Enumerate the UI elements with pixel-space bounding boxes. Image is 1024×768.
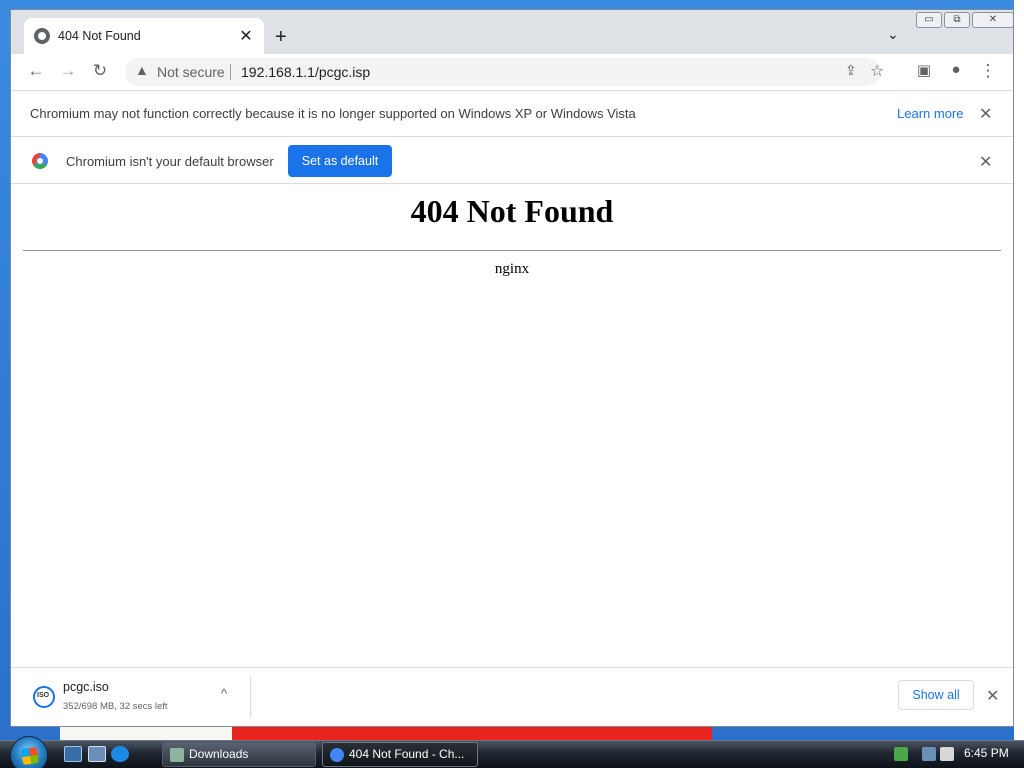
tab-strip: 404 Not Found ✕ + ⌄ ▭ ⧉ ✕ [11, 10, 1013, 54]
minimize-button[interactable]: ▭ [916, 12, 942, 28]
window-controls: ▭ ⧉ ✕ [916, 12, 1013, 28]
security-indicator[interactable]: Not secure [157, 64, 225, 80]
volume-muted-icon[interactable] [940, 747, 954, 761]
default-browser-infobar: Chromium isn't your default browser Set … [11, 136, 1013, 184]
warning-icon[interactable]: ▲ [135, 62, 149, 78]
download-shelf: pcgc.iso 352/698 MB, 32 secs left ^ Show… [11, 667, 1013, 726]
switch-windows-icon[interactable] [88, 746, 106, 762]
restore-button[interactable]: ⧉ [944, 12, 970, 28]
taskbar-item-label: 404 Not Found - Ch... [349, 747, 465, 761]
system-tray: 6:45 PM [886, 741, 1024, 768]
network-icon[interactable] [922, 747, 936, 761]
taskbar: Downloads 404 Not Found - Ch... 6:45 PM [0, 736, 1024, 768]
taskbar-item-browser[interactable]: 404 Not Found - Ch... [322, 742, 478, 767]
internet-explorer-icon[interactable] [111, 746, 129, 762]
start-button[interactable] [10, 736, 48, 768]
desktop-fragment [1014, 0, 1024, 740]
omnibox-divider [230, 64, 231, 80]
address-bar[interactable]: ▲ Not secure 192.168.1.1/pcgc.isp ⇪ ☆ [125, 58, 884, 86]
forward-icon[interactable]: → [57, 61, 79, 81]
tab-title: 404 Not Found [58, 29, 141, 43]
clock[interactable]: 6:45 PM [964, 746, 1009, 760]
globe-icon [34, 28, 50, 44]
unsupported-os-infobar: Chromium may not function correctly beca… [11, 90, 1013, 136]
browser-toolbar: ← → ↻ ▲ Not secure 192.168.1.1/pcgc.isp … [11, 54, 1013, 90]
new-tab-button[interactable]: + [275, 26, 287, 49]
taskbar-item-label: Downloads [189, 747, 249, 761]
bookmark-star-icon[interactable]: ☆ [870, 61, 884, 81]
infobar-message: Chromium may not function correctly beca… [30, 106, 636, 121]
show-all-button[interactable]: Show all [898, 680, 974, 710]
menu-icon[interactable]: ⋮ [977, 61, 999, 81]
network-status-icon[interactable] [894, 747, 908, 761]
iso-file-icon [33, 686, 55, 708]
url-text[interactable]: 192.168.1.1/pcgc.isp [241, 64, 370, 80]
taskbar-item-downloads[interactable]: Downloads [162, 742, 316, 767]
back-icon[interactable]: ← [25, 61, 47, 81]
download-divider [250, 676, 251, 718]
side-panel-icon[interactable]: ▣ [913, 61, 935, 79]
infobar-message: Chromium isn't your default browser [66, 154, 274, 169]
close-icon[interactable]: ✕ [979, 104, 992, 124]
set-as-default-button[interactable]: Set as default [288, 145, 392, 177]
page-content: 404 Not Found nginx [11, 185, 1013, 667]
share-icon[interactable]: ⇪ [845, 62, 857, 79]
learn-more-link[interactable]: Learn more [897, 106, 963, 121]
show-desktop-icon[interactable] [64, 746, 82, 762]
tab-search-button[interactable]: ⌄ [887, 26, 899, 43]
close-icon[interactable]: ✕ [979, 152, 992, 172]
download-status: 352/698 MB, 32 secs left [63, 701, 168, 712]
divider [23, 250, 1001, 251]
page-title: 404 Not Found [410, 193, 614, 229]
download-filename[interactable]: pcgc.iso [63, 680, 109, 694]
tab-active[interactable]: 404 Not Found ✕ [24, 18, 264, 54]
chevron-up-icon[interactable]: ^ [221, 686, 227, 701]
browser-window: 404 Not Found ✕ + ⌄ ▭ ⧉ ✕ ← → ↻ ▲ Not se… [10, 9, 1014, 727]
tab-close-button[interactable]: ✕ [238, 26, 254, 46]
chromium-icon [330, 748, 344, 762]
folder-icon [170, 748, 184, 762]
windows-logo-icon [20, 746, 40, 766]
close-window-button[interactable]: ✕ [972, 12, 1013, 28]
reload-icon[interactable]: ↻ [89, 61, 111, 81]
profile-icon[interactable]: ● [945, 61, 967, 78]
chromium-icon [32, 153, 48, 169]
close-icon[interactable]: ✕ [986, 686, 999, 706]
server-signature: nginx [494, 261, 530, 277]
